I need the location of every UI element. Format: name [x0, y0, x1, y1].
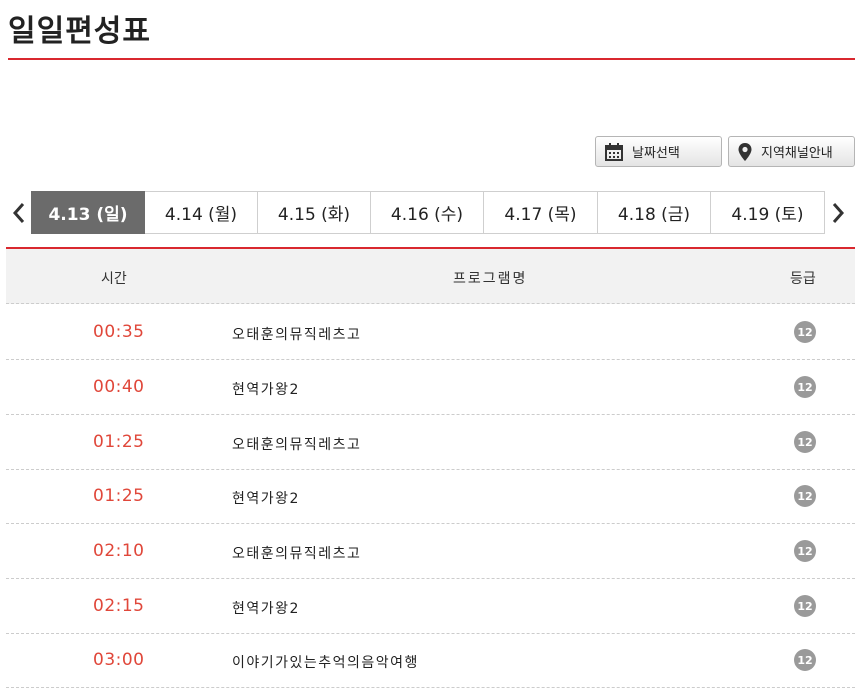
table-row: 00:40 현역가왕2 12 [6, 360, 855, 415]
row-time: 00:35 [93, 322, 145, 342]
row-program[interactable]: 이야기가있는추억의음악여행 [232, 652, 419, 672]
date-select-button[interactable]: 날짜선택 [595, 136, 722, 167]
date-tab[interactable]: 4.18 (금) [598, 191, 711, 234]
date-tab[interactable]: 4.19 (토) [711, 191, 825, 234]
age-12-rating-icon: 12 [794, 321, 816, 343]
table-row: 01:25 오태훈의뮤직레츠고 12 [6, 415, 855, 470]
date-select-label: 날짜선택 [632, 146, 680, 161]
age-12-rating-icon: 12 [794, 540, 816, 562]
date-tab[interactable]: 4.14 (월) [145, 191, 258, 234]
age-12-rating-icon: 12 [794, 431, 816, 453]
table-row: 01:25 현역가왕2 12 [6, 469, 855, 524]
row-time: 00:40 [93, 377, 145, 397]
row-time: 01:25 [93, 486, 145, 506]
row-program[interactable]: 현역가왕2 [232, 379, 300, 399]
header-time: 시간 [101, 271, 127, 287]
table-row: 02:10 오태훈의뮤직레츠고 12 [6, 524, 855, 579]
date-navigation: 4.13 (일) 4.14 (월) 4.15 (화) 4.16 (수) 4.17… [6, 191, 855, 234]
date-tab[interactable]: 4.15 (화) [258, 191, 371, 234]
row-program[interactable]: 오태훈의뮤직레츠고 [232, 543, 361, 563]
row-time: 02:15 [93, 596, 145, 616]
row-time: 02:10 [93, 541, 145, 561]
date-tab[interactable]: 4.13 (일) [31, 191, 145, 234]
chevron-right-icon [832, 202, 844, 223]
row-program[interactable]: 현역가왕2 [232, 598, 300, 618]
region-channel-label: 지역채널안내 [761, 146, 833, 161]
table-row: 00:35 오태훈의뮤직레츠고 12 [6, 305, 855, 360]
age-12-rating-icon: 12 [794, 595, 816, 617]
header-program: 프로그램명 [453, 271, 528, 287]
age-12-rating-icon: 12 [794, 376, 816, 398]
row-time: 01:25 [93, 432, 145, 452]
chevron-left-icon [12, 202, 24, 223]
next-date-button[interactable] [825, 191, 850, 234]
row-program[interactable]: 현역가왕2 [232, 488, 300, 508]
map-pin-icon [738, 142, 752, 161]
row-time: 03:00 [93, 650, 145, 670]
age-12-rating-icon: 12 [794, 485, 816, 507]
table-row: 02:15 현역가왕2 12 [6, 579, 855, 634]
header-grade: 등급 [790, 271, 816, 287]
title-divider [8, 58, 855, 60]
prev-date-button[interactable] [6, 191, 31, 234]
region-channel-button[interactable]: 지역채널안내 [728, 136, 855, 167]
table-row: 03:00 이야기가있는추억의음악여행 12 [6, 633, 855, 688]
schedule-table-header: 시간 프로그램명 등급 [6, 249, 855, 304]
calendar-icon [605, 142, 623, 161]
date-tab[interactable]: 4.17 (목) [484, 191, 598, 234]
date-tab[interactable]: 4.16 (수) [371, 191, 484, 234]
row-program[interactable]: 오태훈의뮤직레츠고 [232, 434, 361, 454]
page-title: 일일편성표 [8, 14, 151, 49]
age-12-rating-icon: 12 [794, 649, 816, 671]
row-program[interactable]: 오태훈의뮤직레츠고 [232, 324, 361, 344]
